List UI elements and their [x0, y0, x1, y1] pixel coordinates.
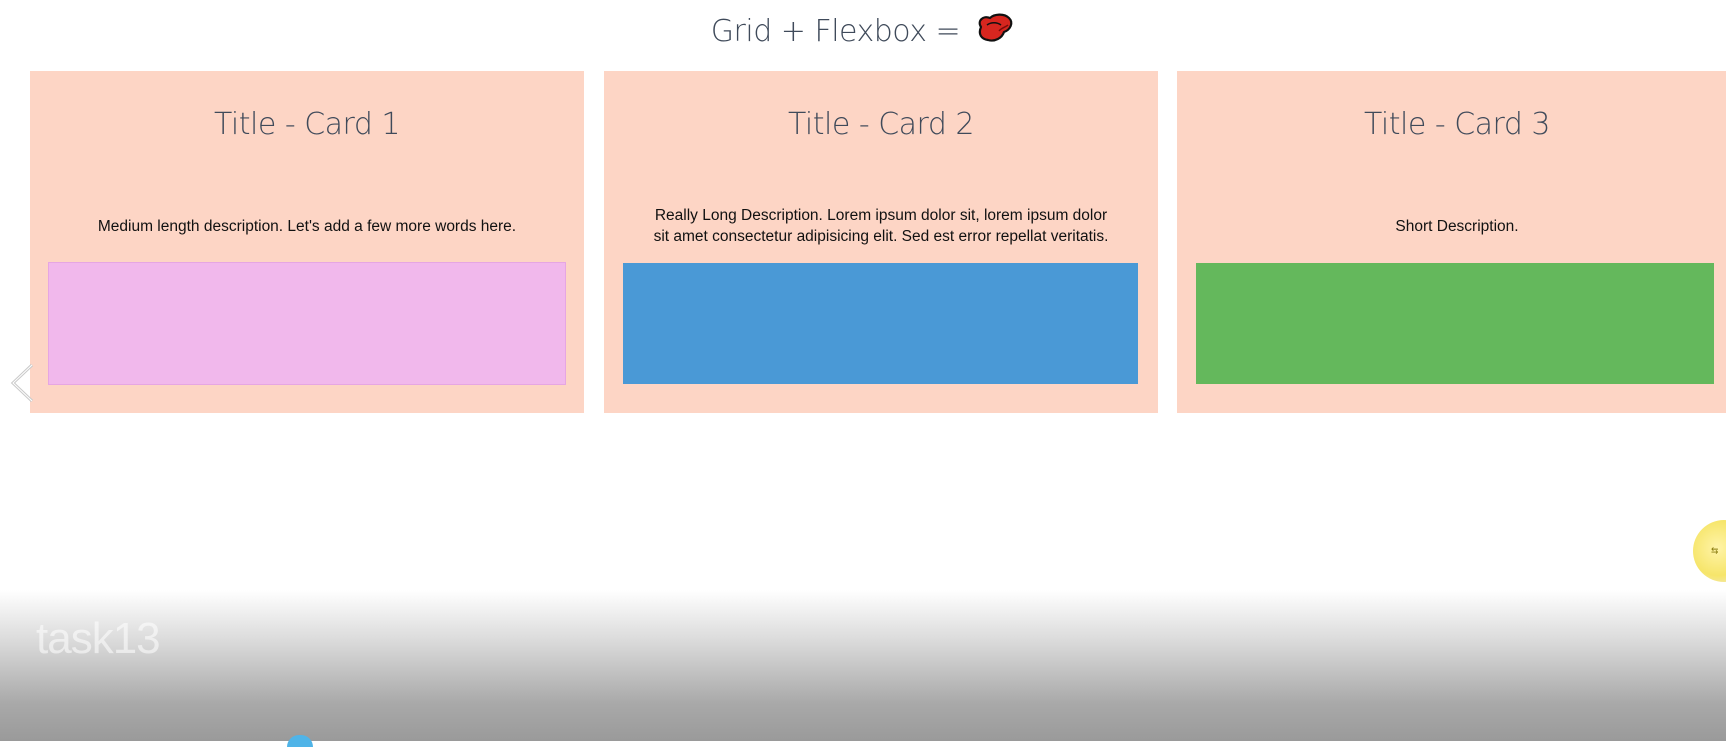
task-label: task13	[36, 614, 161, 663]
chevron-left-icon[interactable]	[8, 362, 38, 404]
card-color-block	[48, 262, 566, 385]
card-color-block	[1196, 263, 1714, 384]
card-color-block	[623, 263, 1138, 384]
card-description-text: Short Description.	[1395, 217, 1519, 235]
card-description: Short Description.	[1177, 186, 1726, 266]
swap-arrows-icon: ⇆	[1711, 543, 1719, 557]
card-1: Title - Card 1 Medium length description…	[30, 71, 584, 413]
card-title: Title - Card 3	[1364, 107, 1551, 142]
page-title-text: Grid + Flexbox =	[710, 14, 961, 49]
card-description-text: Medium length description. Let's add a f…	[97, 217, 517, 235]
floating-bubble-button[interactable]: ⇆	[1693, 520, 1726, 582]
heart-icon	[978, 13, 1013, 42]
bottom-overlay-bar	[0, 590, 1726, 741]
page-title: Grid + Flexbox =	[0, 13, 1726, 49]
card-description-text: Really Long Description. Lorem ipsum dol…	[653, 207, 1109, 245]
card-2: Title - Card 2 Really Long Description. …	[604, 71, 1158, 413]
card-3: Title - Card 3 Short Description.	[1177, 71, 1726, 413]
card-title: Title - Card 1	[214, 107, 401, 142]
card-description: Really Long Description. Lorem ipsum dol…	[604, 186, 1158, 266]
card-title: Title - Card 2	[788, 107, 975, 142]
card-description: Medium length description. Let's add a f…	[30, 186, 584, 266]
